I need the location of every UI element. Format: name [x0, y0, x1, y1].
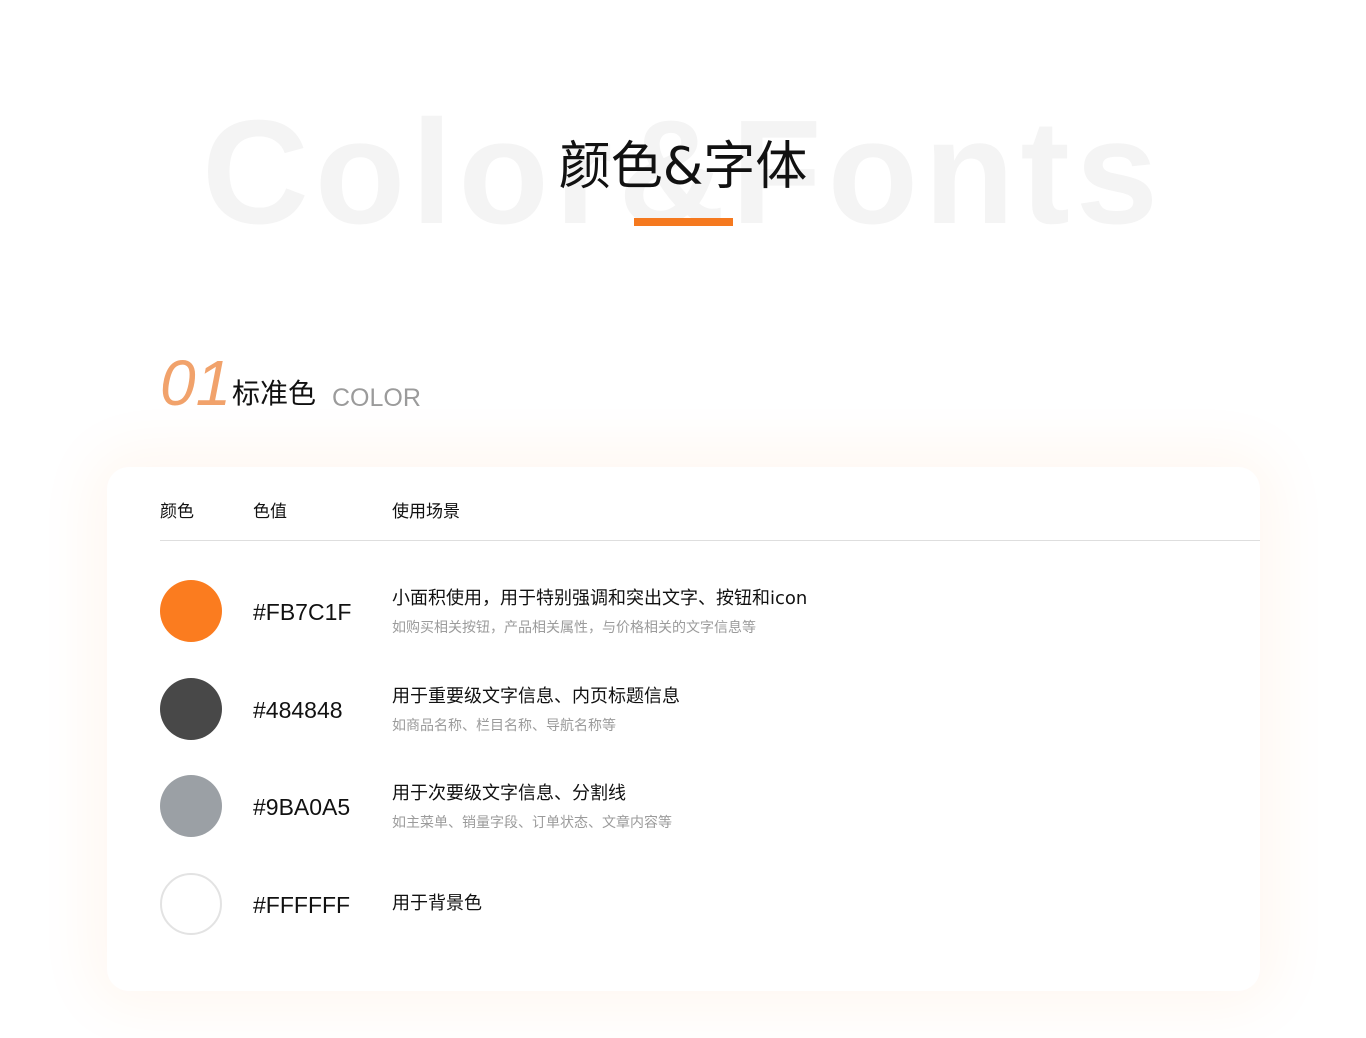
- usage-note: 如主菜单、销量字段、订单状态、文章内容等: [392, 815, 672, 831]
- column-header-value: 色值: [253, 502, 287, 522]
- page-title: 颜色&字体: [558, 137, 808, 197]
- section-title: 标准色: [232, 377, 317, 410]
- table-row: #9BA0A5 用于次要级文字信息、分割线 如主菜单、销量字段、订单状态、文章内…: [160, 775, 1220, 837]
- usage-note: 如商品名称、栏目名称、导航名称等: [392, 718, 616, 734]
- section-subtitle: COLOR: [332, 384, 421, 412]
- color-value: #9BA0A5: [253, 794, 351, 820]
- color-value: #484848: [253, 697, 343, 723]
- table-row: #FB7C1F 小面积使用，用于特别强调和突出文字、按钮和icon 如购买相关按…: [160, 580, 1220, 642]
- color-swatch: [160, 873, 222, 935]
- column-header-usage: 使用场景: [392, 502, 460, 522]
- table-header-divider: [160, 540, 1260, 541]
- title-underline-bar: [634, 218, 733, 226]
- usage-text: 用于背景色: [392, 893, 482, 914]
- column-header-color: 颜色: [160, 502, 194, 522]
- color-swatch: [160, 678, 222, 740]
- section-number: 01: [160, 347, 232, 419]
- usage-text: 用于重要级文字信息、内页标题信息: [392, 686, 680, 707]
- table-row: #484848 用于重要级文字信息、内页标题信息 如商品名称、栏目名称、导航名称…: [160, 678, 1220, 740]
- usage-text: 小面积使用，用于特别强调和突出文字、按钮和icon: [392, 588, 808, 609]
- usage-text: 用于次要级文字信息、分割线: [392, 783, 626, 804]
- color-swatch: [160, 580, 222, 642]
- color-value: #FFFFFF: [253, 892, 351, 918]
- color-swatch: [160, 775, 222, 837]
- color-value: #FB7C1F: [253, 599, 352, 625]
- usage-note: 如购买相关按钮，产品相关属性，与价格相关的文字信息等: [392, 620, 756, 636]
- table-row: #FFFFFF 用于背景色: [160, 873, 1220, 935]
